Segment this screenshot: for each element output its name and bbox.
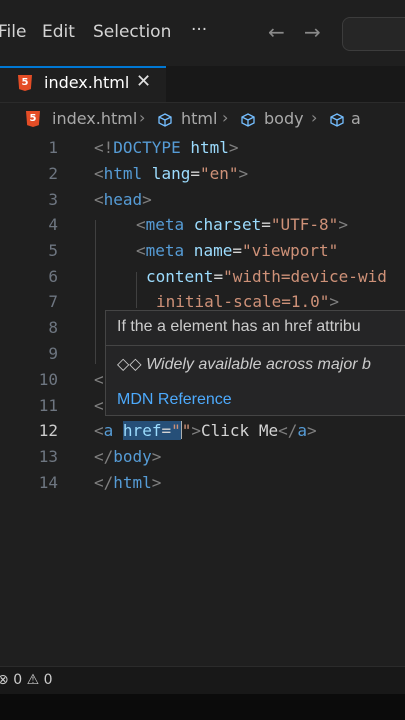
back-arrow-icon[interactable]: ←: [268, 20, 285, 44]
code-line-1: <!DOCTYPE html>: [94, 138, 239, 157]
breadcrumb: 5 index.html › html › body › a: [0, 104, 405, 134]
line-number: 2: [48, 164, 58, 183]
line-number-active: 12: [38, 421, 58, 440]
breadcrumb-body[interactable]: body: [264, 109, 304, 128]
line-number: 6: [48, 267, 58, 286]
mdn-reference-link[interactable]: MDN Reference: [117, 391, 232, 409]
line-number: 1: [48, 138, 58, 157]
hover-tooltip: If the a element has an href attribu ◇◇ …: [105, 310, 405, 416]
code-line-3: <head>: [94, 190, 152, 209]
breadcrumb-a[interactable]: a: [351, 109, 361, 128]
tab-bar: 5 index.html ✕: [0, 66, 405, 103]
code-line-12: <a href="">Click Me</a>: [94, 421, 317, 440]
command-center[interactable]: [342, 17, 405, 51]
code-line-10: <: [94, 370, 104, 389]
chevron-right-icon: ›: [311, 108, 318, 127]
html5-file-icon: 5: [18, 75, 32, 91]
error-icon: ⊗: [0, 672, 9, 688]
symbol-element-icon: [241, 113, 255, 127]
line-number: 13: [38, 447, 58, 466]
bottom-strip: [0, 694, 405, 720]
divider: [106, 345, 405, 346]
forward-arrow-icon[interactable]: →: [304, 20, 321, 44]
line-number: 4: [48, 215, 58, 234]
line-number: 14: [38, 473, 58, 492]
error-count: 0: [13, 672, 23, 688]
menu-file[interactable]: File: [0, 22, 26, 42]
baseline-status: ◇◇ Widely available across major b: [117, 356, 371, 373]
chevron-right-icon: ›: [139, 108, 146, 127]
line-number: 9: [48, 344, 58, 363]
code-line-11: <: [94, 396, 104, 415]
code-line-4: <meta charset="UTF-8">: [136, 215, 348, 234]
indent-guide: [95, 220, 96, 364]
warning-icon: ⚠: [26, 672, 40, 688]
more-menu-icon[interactable]: ···: [191, 20, 207, 40]
code-line-5: <meta name="viewport": [136, 241, 339, 260]
breadcrumb-html[interactable]: html: [181, 109, 217, 128]
html5-file-icon: 5: [26, 111, 40, 127]
line-number: 10: [38, 370, 58, 389]
baseline-icon: ◇◇: [117, 356, 142, 373]
line-number: 11: [38, 396, 58, 415]
tab-label: index.html: [44, 73, 130, 92]
tab-index-html[interactable]: 5 index.html ✕: [0, 66, 166, 102]
code-line-13: </body>: [94, 447, 162, 466]
hover-description: If the a element has an href attribu: [117, 318, 361, 335]
code-line-6: content="width=device-wid: [146, 267, 387, 286]
code-line-14: </html>: [94, 473, 162, 492]
problems-indicator[interactable]: ⊗ 0 ⚠ 0: [0, 672, 53, 688]
line-number: 3: [48, 190, 58, 209]
symbol-element-icon: [330, 113, 344, 127]
warning-count: 0: [43, 672, 53, 688]
selection-highlight: href=": [122, 421, 181, 440]
menu-edit[interactable]: Edit: [42, 22, 75, 42]
line-number: 7: [48, 292, 58, 311]
chevron-right-icon: ›: [222, 108, 229, 127]
close-icon[interactable]: ✕: [136, 71, 151, 92]
code-line-2: <html lang="en">: [94, 164, 249, 183]
status-bar: ⊗ 0 ⚠ 0: [0, 666, 405, 695]
symbol-element-icon: [158, 113, 172, 127]
breadcrumb-file[interactable]: index.html: [52, 109, 137, 128]
indent-guide: [136, 272, 137, 308]
line-number: 8: [48, 318, 58, 337]
title-bar: File Edit Selection ··· ← →: [0, 0, 405, 66]
code-line-7: initial-scale=1.0">: [156, 292, 340, 311]
menu-selection[interactable]: Selection: [93, 22, 171, 42]
line-number: 5: [48, 241, 58, 260]
